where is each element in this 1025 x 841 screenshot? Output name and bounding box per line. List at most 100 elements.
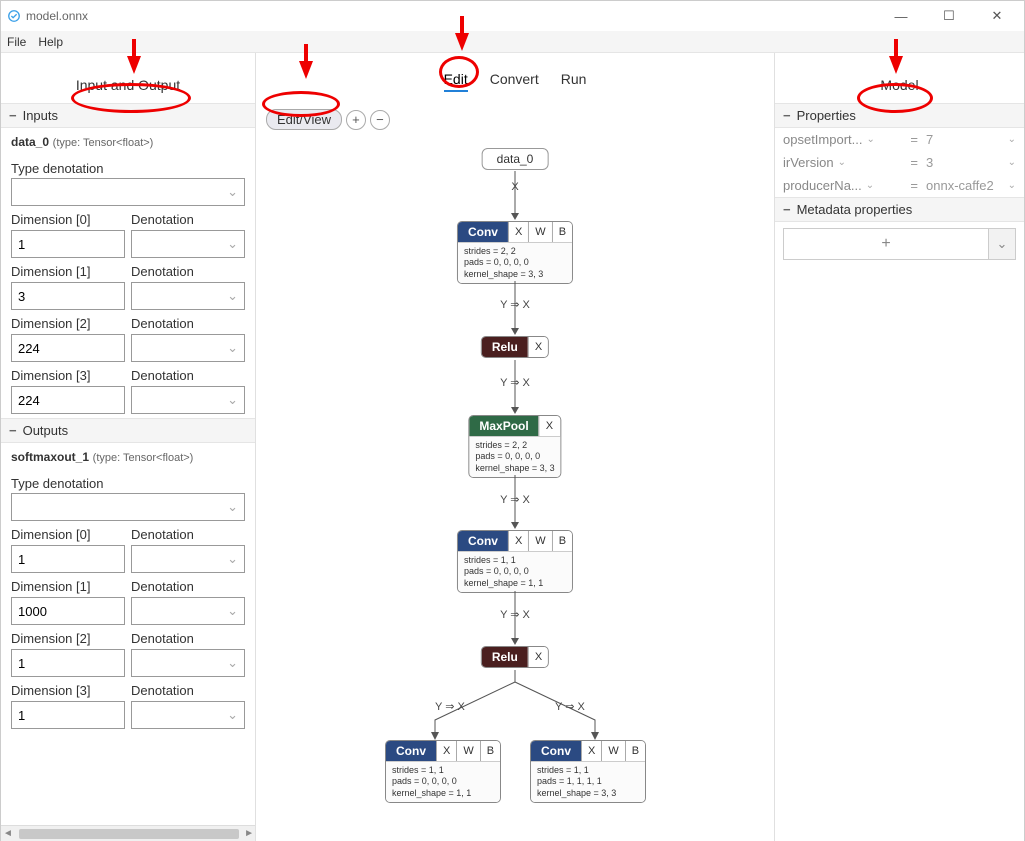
pin: X	[581, 741, 601, 761]
dim-input-1[interactable]	[11, 282, 125, 310]
left-panel: Input and Output − Inputs data_0 (type: …	[1, 53, 256, 841]
properties-header[interactable]: − Properties	[775, 103, 1024, 128]
node-conv3b-name: Conv	[531, 741, 581, 761]
chevron-down-icon: ⌄	[1008, 157, 1016, 168]
chevron-down-icon: ⌄	[866, 134, 874, 145]
right-panel: Model − Properties opsetImport... ⌄ = 7⌄…	[774, 53, 1024, 841]
add-metadata-row[interactable]: + ⌄	[783, 228, 1016, 260]
node-maxpool[interactable]: MaxPool X strides = 2, 2 pads = 0, 0, 0,…	[468, 415, 561, 481]
close-button[interactable]: ✕	[982, 8, 1012, 24]
pin: B	[552, 222, 572, 242]
out-type-denotation-select[interactable]: ⌄	[11, 493, 245, 521]
dim-row-0: Dimension [0] Denotation ⌄	[1, 210, 255, 262]
node-conv1-attrs: strides = 2, 2 pads = 0, 0, 0, 0 kernel_…	[458, 242, 572, 283]
dim-input-2[interactable]	[11, 334, 125, 362]
dim-label-1: Dimension [1]	[11, 264, 125, 282]
pin: X	[436, 741, 456, 761]
node-conv3b[interactable]: Conv X W B strides = 1, 1 pads = 1, 1, 1…	[530, 740, 646, 806]
node-conv3a[interactable]: Conv X W B strides = 1, 1 pads = 0, 0, 0…	[385, 740, 501, 806]
prop-value: onnx-caffe2	[926, 178, 994, 193]
metadata-header[interactable]: − Metadata properties	[775, 197, 1024, 222]
node-maxpool-attrs: strides = 2, 2 pads = 0, 0, 0, 0 kernel_…	[469, 436, 560, 477]
plus-icon[interactable]: +	[784, 229, 989, 259]
chevron-down-icon[interactable]: ⌄	[989, 229, 1015, 259]
left-horizontal-scrollbar[interactable]: ◄ ►	[1, 825, 256, 841]
app-logo-icon	[7, 9, 21, 23]
type-denotation-select[interactable]: ⌄	[11, 178, 245, 206]
node-conv1-name: Conv	[458, 222, 508, 242]
node-relu2[interactable]: Relu X	[481, 646, 549, 671]
prop-row-0[interactable]: opsetImport... ⌄ = 7⌄	[775, 128, 1024, 151]
outputs-section-header[interactable]: − Outputs	[1, 418, 255, 443]
out-dim-label-2: Dimension [2]	[11, 631, 125, 649]
window-title: model.onnx	[26, 9, 88, 23]
scroll-left-icon[interactable]: ◄	[3, 828, 13, 839]
collapse-icon: −	[783, 202, 791, 217]
out-den-select-2[interactable]: ⌄	[131, 649, 245, 677]
menu-help[interactable]: Help	[38, 35, 63, 49]
out-den-select-3[interactable]: ⌄	[131, 701, 245, 729]
out-dim-label-0: Dimension [0]	[11, 527, 125, 545]
maximize-button[interactable]: ☐	[934, 8, 964, 24]
equals-icon: =	[908, 155, 920, 170]
node-conv2-name: Conv	[458, 531, 508, 551]
menu-file[interactable]: File	[7, 35, 26, 49]
dim-row-1: Dimension [1] Denotation ⌄	[1, 262, 255, 314]
prop-row-2[interactable]: producerNa... ⌄ = onnx-caffe2⌄	[775, 174, 1024, 197]
dim-input-0[interactable]	[11, 230, 125, 258]
edge-label-yx: Y ⇒ X	[500, 298, 530, 311]
properties-label: Properties	[797, 108, 856, 123]
node-conv1[interactable]: Conv X W B strides = 2, 2 pads = 0, 0, 0…	[457, 221, 573, 287]
node-conv3b-attrs: strides = 1, 1 pads = 1, 1, 1, 1 kernel_…	[531, 761, 645, 802]
center-panel: Edit Convert Run Edit/View + − data_0 X …	[256, 53, 774, 841]
out-dim-input-2[interactable]	[11, 649, 125, 677]
node-relu1[interactable]: Relu X	[481, 336, 549, 361]
den-select-2[interactable]: ⌄	[131, 334, 245, 362]
scroll-right-icon[interactable]: ►	[244, 828, 254, 839]
out-dim-input-1[interactable]	[11, 597, 125, 625]
chevron-down-icon: ⌄	[227, 340, 238, 356]
prop-name: irVersion	[783, 155, 834, 170]
graph-toolbar: Edit/View + −	[266, 109, 390, 130]
out-den-select-0[interactable]: ⌄	[131, 545, 245, 573]
node-relu1-name: Relu	[482, 337, 528, 357]
out-den-label-2: Denotation	[131, 631, 245, 649]
dim-label-3: Dimension [3]	[11, 368, 125, 386]
scroll-thumb[interactable]	[19, 829, 239, 839]
den-select-1[interactable]: ⌄	[131, 282, 245, 310]
tab-convert[interactable]: Convert	[490, 71, 539, 92]
out-dim-input-0[interactable]	[11, 545, 125, 573]
zoom-in-button[interactable]: +	[346, 110, 366, 130]
node-conv2-attrs: strides = 1, 1 pads = 0, 0, 0, 0 kernel_…	[458, 551, 572, 592]
den-label-3: Denotation	[131, 368, 245, 386]
out-type-denotation-label: Type denotation	[1, 470, 255, 493]
output-name: softmaxout_1	[11, 450, 89, 464]
window-controls: — ☐ ✕	[886, 8, 1018, 24]
minimize-button[interactable]: —	[886, 9, 916, 24]
chevron-down-icon: ⌄	[1008, 134, 1016, 145]
node-conv3a-attrs: strides = 1, 1 pads = 0, 0, 0, 0 kernel_…	[386, 761, 500, 802]
chevron-down-icon: ⌄	[227, 551, 238, 567]
collapse-icon: −	[9, 108, 17, 123]
tab-edit[interactable]: Edit	[444, 71, 468, 92]
out-den-select-1[interactable]: ⌄	[131, 597, 245, 625]
graph-input-node[interactable]: data_0	[482, 148, 549, 170]
den-label-0: Denotation	[131, 212, 245, 230]
input-type: (type: Tensor<float>)	[53, 137, 154, 149]
node-conv2[interactable]: Conv X W B strides = 1, 1 pads = 0, 0, 0…	[457, 530, 573, 596]
chevron-down-icon: ⌄	[838, 157, 846, 168]
inputs-section-header[interactable]: − Inputs	[1, 103, 255, 128]
pin: X	[508, 531, 528, 551]
dim-input-3[interactable]	[11, 386, 125, 414]
out-dim-input-3[interactable]	[11, 701, 125, 729]
den-select-0[interactable]: ⌄	[131, 230, 245, 258]
dim-row-2: Dimension [2] Denotation ⌄	[1, 314, 255, 366]
pin: B	[552, 531, 572, 551]
den-select-3[interactable]: ⌄	[131, 386, 245, 414]
edit-view-button[interactable]: Edit/View	[266, 109, 342, 130]
pin: X	[528, 647, 548, 667]
chevron-down-icon: ⌄	[227, 603, 238, 619]
tab-run[interactable]: Run	[561, 71, 587, 92]
prop-row-1[interactable]: irVersion ⌄ = 3⌄	[775, 151, 1024, 174]
zoom-out-button[interactable]: −	[370, 110, 390, 130]
